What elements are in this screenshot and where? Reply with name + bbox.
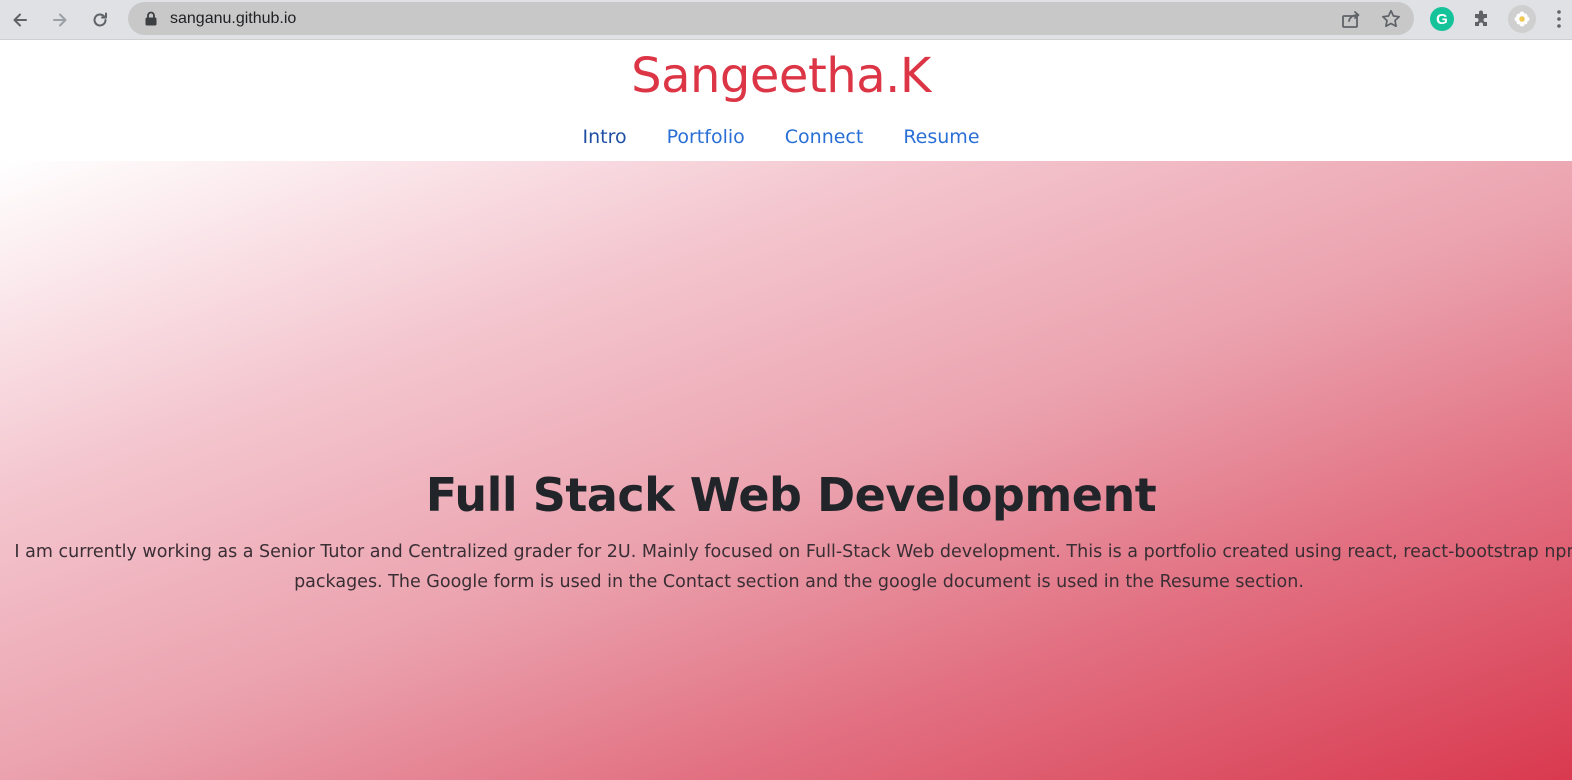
nav-link-resume[interactable]: Resume	[903, 121, 979, 153]
browser-toolbar: sanganu.github.io G	[0, 0, 1572, 40]
profile-avatar-icon[interactable]	[1508, 5, 1536, 33]
hero-description: I am currently working as a Senior Tutor…	[14, 542, 1572, 592]
lock-icon[interactable]	[144, 11, 158, 26]
address-bar[interactable]: sanganu.github.io	[128, 2, 1414, 35]
hero-title: Full Stack Web Development	[425, 468, 1157, 522]
main-navbar: Intro Portfolio Connect Resume	[0, 121, 1562, 153]
url-text[interactable]: sanganu.github.io	[170, 2, 296, 35]
reload-icon[interactable]	[86, 6, 114, 34]
share-icon[interactable]	[1340, 8, 1362, 30]
nav-link-portfolio[interactable]: Portfolio	[667, 121, 745, 153]
site-header: Sangeetha.K Intro Portfolio Connect Resu…	[0, 41, 1572, 161]
star-icon[interactable]	[1380, 8, 1402, 30]
nav-link-intro[interactable]: Intro	[582, 121, 626, 153]
hero-section: Full Stack Web Development I am currentl…	[0, 161, 1572, 780]
grammarly-extension-icon[interactable]: G	[1430, 7, 1454, 31]
brand-title[interactable]: Sangeetha.K	[0, 47, 1562, 105]
arrow-right-icon[interactable]	[46, 6, 74, 34]
nav-link-connect[interactable]: Connect	[785, 121, 864, 153]
arrow-left-icon[interactable]	[6, 6, 34, 34]
kebab-menu-icon[interactable]	[1552, 7, 1566, 31]
puzzle-icon[interactable]	[1470, 7, 1494, 31]
